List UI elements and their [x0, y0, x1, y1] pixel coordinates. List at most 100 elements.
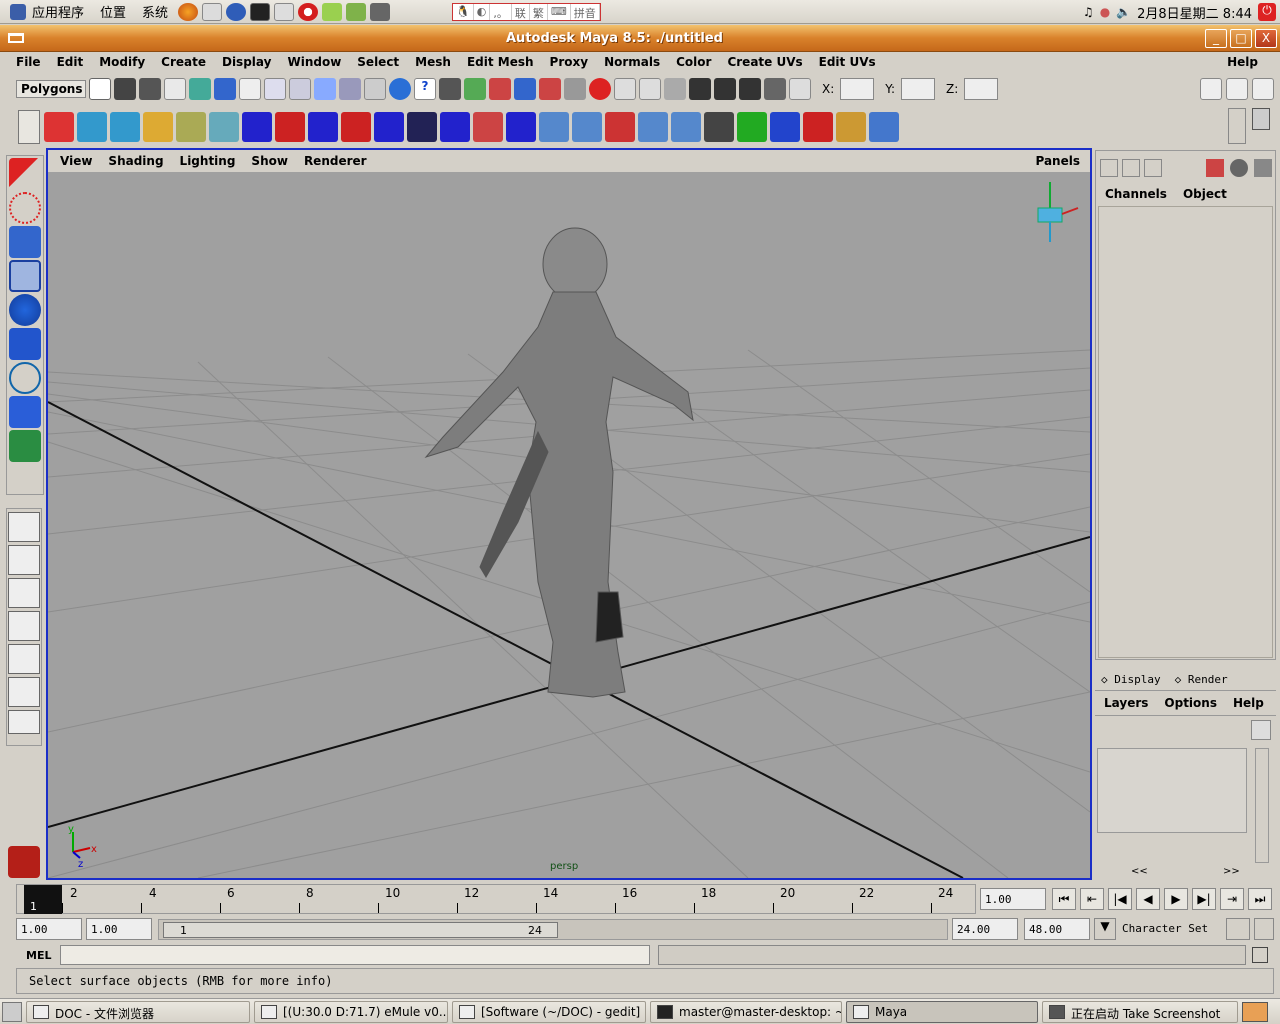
task-file-browser[interactable]: DOC - 文件浏览器	[26, 1000, 250, 1023]
select-surface-icon[interactable]	[314, 78, 336, 100]
menu-normals[interactable]: Normals	[596, 55, 668, 69]
attribute-editor-icon[interactable]	[1200, 78, 1222, 100]
start-time-field[interactable]: 1.00	[16, 918, 82, 940]
layer-help-menu[interactable]: Help	[1233, 696, 1264, 710]
character-set-dropdown-icon[interactable]: ▼	[1094, 918, 1116, 940]
options-menu[interactable]: Options	[1164, 696, 1217, 710]
channel-box-icon[interactable]	[1252, 78, 1274, 100]
shelf-lattice-icon[interactable]	[869, 112, 899, 142]
persp-graph-layout-button[interactable]	[8, 611, 40, 641]
layer-list-scrollbar[interactable]	[1255, 748, 1269, 863]
display-layer-radio[interactable]: ◇ Display	[1101, 673, 1161, 686]
select-joint-icon[interactable]	[264, 78, 286, 100]
music-icon[interactable]: ♫	[1083, 5, 1094, 19]
shelf-bind-icon[interactable]	[110, 112, 140, 142]
shelf-constraint-icon[interactable]	[803, 112, 833, 142]
trash-icon[interactable]	[1252, 108, 1270, 130]
go-to-start-button[interactable]: ⏮	[1052, 888, 1076, 910]
step-forward-frame-button[interactable]: ▶|	[1192, 888, 1216, 910]
render-frame-icon[interactable]	[714, 78, 736, 100]
show-desktop-icon[interactable]	[2, 1001, 22, 1022]
playback-start-field[interactable]: 1.00	[86, 918, 152, 940]
layout-more-button[interactable]	[8, 710, 40, 734]
attribute-spread-icon[interactable]	[1206, 159, 1224, 177]
maximize-button[interactable]: □	[1230, 28, 1252, 48]
play-forward-button[interactable]: ▶	[1164, 888, 1188, 910]
script-editor-icon[interactable]	[1252, 947, 1268, 963]
shelf-insert-joint-icon[interactable]	[308, 112, 338, 142]
globe-icon[interactable]	[1230, 159, 1248, 177]
menu-set-selector[interactable]: Polygons	[16, 80, 86, 98]
select-tool-icon[interactable]	[9, 158, 41, 190]
current-time-field[interactable]: 1.00	[980, 888, 1046, 910]
camera-icon[interactable]	[370, 2, 391, 21]
terminal-icon[interactable]	[250, 2, 271, 21]
shelf-skin-weights-icon[interactable]	[638, 112, 668, 142]
workspace-switcher[interactable]	[1242, 1001, 1268, 1022]
select-dynamic-icon[interactable]	[364, 78, 386, 100]
step-back-frame-button[interactable]: |◀	[1108, 888, 1132, 910]
channel-box-layer-mode-icon[interactable]	[1122, 159, 1140, 177]
shelf-disconnect-icon[interactable]	[506, 112, 536, 142]
chat-icon[interactable]	[322, 2, 343, 21]
power-icon[interactable]: ⏻	[1258, 3, 1276, 21]
input-ops-icon[interactable]	[614, 78, 636, 100]
task-terminal[interactable]: master@master-desktop: ~	[650, 1000, 842, 1023]
layer-scroll-left[interactable]: <<	[1131, 866, 1148, 877]
menu-create[interactable]: Create	[153, 55, 214, 69]
system-menu[interactable]: 系统	[134, 2, 176, 21]
menu-file[interactable]: File	[8, 55, 49, 69]
menu-edit-mesh[interactable]: Edit Mesh	[459, 55, 542, 69]
open-scene-icon[interactable]	[114, 78, 136, 100]
scale-tool-icon[interactable]	[9, 328, 41, 360]
shelf-menu-button[interactable]	[18, 110, 40, 144]
persp-outliner-layout-button[interactable]	[8, 578, 40, 608]
viewport-panel[interactable]: View Shading Lighting Show Renderer Pane…	[46, 148, 1092, 880]
menu-create-uvs[interactable]: Create UVs	[719, 55, 810, 69]
task-screenshot[interactable]: 正在启动 Take Screenshot	[1042, 1000, 1238, 1023]
shelf-cluster-icon[interactable]	[737, 112, 767, 142]
applications-menu[interactable]: 应用程序	[0, 2, 92, 21]
ime-lian[interactable]: 联	[512, 3, 530, 20]
places-menu[interactable]: 位置	[92, 2, 134, 21]
channel-box-mode-icon[interactable]	[1100, 159, 1118, 177]
z-field[interactable]	[964, 78, 999, 100]
menu-proxy[interactable]: Proxy	[542, 55, 597, 69]
keyboard-icon[interactable]: ⌨	[548, 3, 571, 20]
render-layer-radio[interactable]: ◇ Render	[1175, 673, 1228, 686]
clock[interactable]: 2月8日星期二 8:44	[1137, 3, 1252, 22]
select-deformer-icon[interactable]	[339, 78, 361, 100]
go-to-end-button[interactable]: ⏭	[1248, 888, 1272, 910]
shelf-pole-icon[interactable]	[407, 112, 437, 142]
snap-grid-icon[interactable]	[489, 78, 511, 100]
ime-full-width-icon[interactable]: ◐	[474, 3, 491, 20]
shelf-aim-icon[interactable]	[836, 112, 866, 142]
task-emule[interactable]: [(U:30.0 D:71.7) eMule v0...	[254, 1000, 448, 1023]
menu-select[interactable]: Select	[349, 55, 407, 69]
ime-punct-icon[interactable]: ,。	[490, 3, 512, 20]
shelf-set-driven-icon[interactable]	[770, 112, 800, 142]
help-icon[interactable]	[226, 2, 247, 21]
shelf-joint-icon[interactable]	[242, 112, 272, 142]
menu-window[interactable]: Window	[279, 55, 349, 69]
range-slider-bar[interactable]: 1 24	[163, 922, 558, 938]
pencil-icon[interactable]	[1254, 159, 1272, 177]
x-field[interactable]	[840, 78, 875, 100]
viewport-menu-panels[interactable]: Panels	[1035, 154, 1090, 168]
lock-selection-icon[interactable]	[439, 78, 461, 100]
shelf-connect-joint-icon[interactable]	[440, 112, 470, 142]
shelf-smooth-bind-icon[interactable]	[176, 112, 206, 142]
shelf-skin-icon[interactable]	[143, 112, 173, 142]
y-field[interactable]	[901, 78, 936, 100]
snap-point-icon[interactable]	[539, 78, 561, 100]
ime-fan[interactable]: 繁	[530, 3, 548, 20]
volume-icon[interactable]: 🔈	[1116, 5, 1131, 19]
ime-pinyin[interactable]: 拼音	[571, 3, 600, 20]
viewport-menu-shading[interactable]: Shading	[100, 154, 171, 168]
persp-trax-layout-button[interactable]	[8, 677, 40, 707]
lasso-tool-icon[interactable]	[9, 192, 41, 224]
scene-view[interactable]: y x z	[48, 172, 1090, 878]
character-set-label[interactable]: Character Set	[1122, 919, 1220, 939]
tool-settings-icon[interactable]	[1226, 78, 1248, 100]
snap-view-plane-icon[interactable]	[564, 78, 586, 100]
